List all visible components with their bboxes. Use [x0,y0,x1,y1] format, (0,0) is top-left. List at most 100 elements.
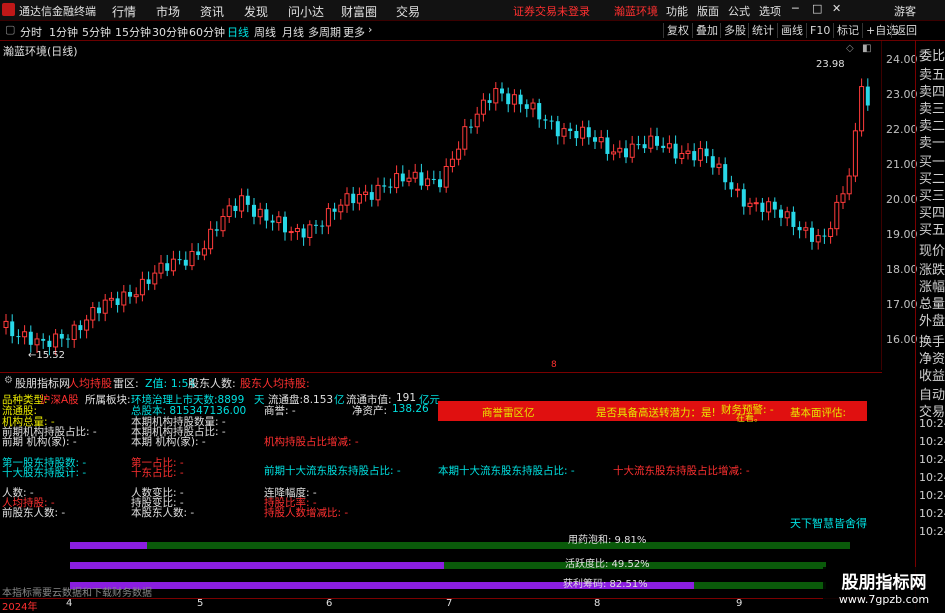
checkbox-icon[interactable]: ▢ [5,23,15,36]
indicator-holders: 股东人数: [188,377,236,390]
indicator-name[interactable]: 股朋指标网 [15,375,70,391]
candle [803,221,809,239]
candle [642,135,647,154]
period-30min[interactable]: 30分钟 [152,24,188,40]
tool-overlay[interactable]: 叠加 [692,23,718,38]
settings-icon[interactable]: ⚙ [4,375,13,386]
candle [753,197,759,212]
menu-wealth[interactable]: 财富圈 [341,3,377,20]
event-marker[interactable]: 8 [551,360,557,370]
candle [382,177,387,193]
tool-back[interactable]: 返回 [891,23,917,38]
menu-news[interactable]: 资讯 [200,3,224,20]
right-quote-panel: 委比 卖五 卖四 卖三 卖二 卖一 买一 买二 买三 买四 买五 现价 涨跌 涨幅 总量 外盘 换手 净资 收益 自动… [915,40,945,609]
close-icon[interactable]: ✕ [832,2,841,15]
x-month-4: 4 [66,598,73,609]
menu-options[interactable]: 选项 [759,3,781,19]
candle [183,251,188,270]
candle [598,130,604,149]
period-more[interactable]: 更多 [343,24,365,40]
candle [102,294,108,322]
x-month-8: 8 [594,598,601,609]
candle [369,184,374,207]
period-5min[interactable]: 5分钟 [82,24,111,40]
candle [400,165,405,187]
tool-f10[interactable]: F10 [806,23,830,38]
chevron-right-icon[interactable]: › [368,23,372,36]
candle [201,240,207,261]
candle [852,122,858,183]
menu-discover[interactable]: 发现 [244,3,268,20]
candle [586,120,591,145]
candle [351,186,356,211]
candle [666,135,672,153]
tool-drawline[interactable]: 画线 [777,23,803,38]
tool-multi-stock[interactable]: 多股 [720,23,746,38]
kline-chart[interactable]: 瀚蓝环境(日线) ◇ ◧ 23.98 ←15.52 8 [0,40,882,370]
candle [276,211,282,231]
candle [735,183,741,198]
y-tick-22: 22.00 [886,123,918,136]
menu-layout[interactable]: 版面 [697,3,719,19]
period-15min[interactable]: 15分钟 [115,24,151,40]
candle [840,186,846,210]
period-intraday[interactable]: 分时 [20,24,42,40]
period-monthly[interactable]: 月线 [282,24,304,40]
menu-formula[interactable]: 公式 [728,3,750,19]
candle [320,220,325,235]
period-1min[interactable]: 1分钟 [49,24,78,40]
candle [425,170,431,191]
candle [500,82,504,102]
period-60min[interactable]: 60分钟 [189,24,225,40]
candle [71,320,77,348]
window-icon[interactable]: □ [812,2,822,15]
candle [443,158,449,193]
y-tick-24: 24.00 [886,53,918,66]
period-multi[interactable]: 多周期 [308,24,341,40]
x-month-9: 9 [736,598,743,609]
candle [325,203,331,235]
candle [59,329,64,347]
guest-label[interactable]: 游客 [894,3,916,19]
login-status[interactable]: 证券交易未登录 [513,3,590,19]
period-weekly[interactable]: 周线 [254,24,276,40]
candle [394,165,400,194]
candle [288,226,294,241]
f-top10-sum: 十大股东持股计: - [2,467,87,479]
bottom-note: 本指标需要云数据和下载财务数据 [2,588,152,599]
candle [697,140,703,167]
candle [177,250,182,265]
candle [133,287,139,304]
menu-quotes[interactable]: 行情 [112,3,136,20]
tool-statistics[interactable]: 统计 [748,23,774,38]
candle [301,224,306,246]
menu-market[interactable]: 市场 [156,3,180,20]
menu-trade[interactable]: 交易 [396,3,420,20]
candle [146,271,151,291]
quote-label-23: 10:24 [919,453,945,466]
f-curr-holders: 本股东人数: - [131,507,195,519]
candle [810,221,814,250]
candle [568,122,573,140]
y-tick-20: 20.00 [886,193,918,206]
tool-restore-right[interactable]: 复权 [663,23,689,38]
candle [252,198,256,225]
candle [511,89,517,113]
candle [170,250,176,276]
f-top10-float-change: 十大流东股东持股占比增减: - [613,465,750,477]
quote-label-5: 卖一 [919,136,945,151]
bar-track-2 [70,562,826,569]
quote-label-27: 10:24 [919,525,945,538]
f-goodwill: 商誉: - [264,405,296,417]
candle [338,198,344,220]
menu-xiaoda[interactable]: 问小达 [288,3,324,20]
candle [165,254,170,277]
minimize-icon[interactable]: ─ [792,2,799,15]
quote-label-15: 外盘 [919,314,945,329]
candle [834,194,840,236]
tool-mark[interactable]: 标记 [833,23,859,38]
period-daily[interactable]: 日线 [227,24,249,40]
menu-function[interactable]: 功能 [666,3,688,19]
candle [685,143,691,160]
candle [84,314,90,339]
